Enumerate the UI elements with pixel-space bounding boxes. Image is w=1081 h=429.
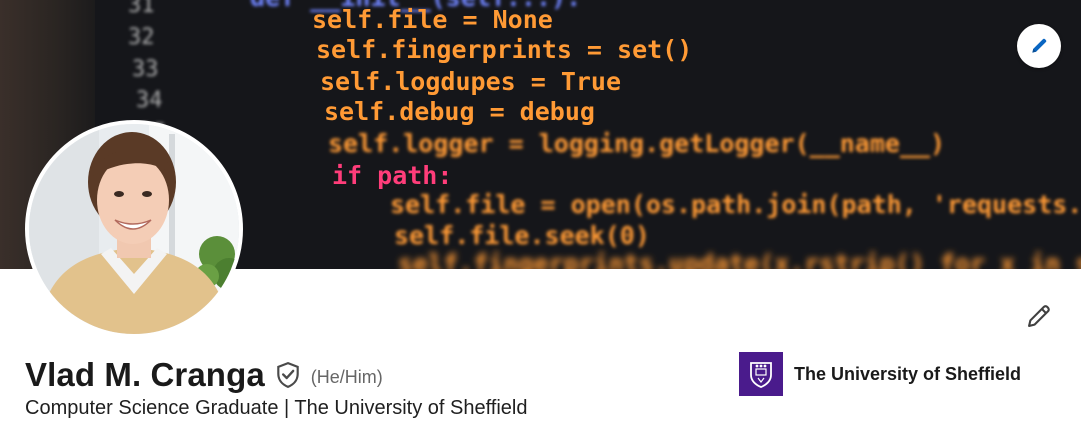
pencil-icon — [1028, 305, 1050, 327]
line-number: 32 — [128, 25, 155, 50]
university-logo — [739, 352, 783, 396]
profile-headline: Computer Science Graduate | The Universi… — [25, 397, 528, 419]
edit-intro-button[interactable] — [1019, 296, 1059, 336]
code-line: self.logger = logging.getLogger(__name__… — [328, 129, 945, 158]
profile-photo — [29, 124, 239, 334]
school-name: The University of Sheffield — [794, 363, 1022, 384]
pronouns: (He/Him) — [310, 366, 383, 387]
code-line: if path: — [332, 161, 452, 190]
name-row: Vlad M. Cranga (He/Him) — [25, 355, 383, 395]
line-number: 34 — [136, 88, 163, 113]
code-line: self.debug = debug — [324, 97, 595, 126]
profile-name: Vlad M. Cranga — [25, 356, 265, 393]
line-number: 31 — [128, 0, 155, 18]
pencil-icon — [1032, 38, 1047, 53]
code-line: self.file = open(os.path.join(path, 'req… — [390, 190, 1081, 219]
code-line: self.file.seek(0) — [394, 221, 650, 250]
avatar[interactable] — [25, 120, 243, 338]
code-line: self.fingerprints.update(x.rstrip() for … — [398, 249, 1081, 269]
crest-icon — [750, 362, 772, 388]
code-line: self.fingerprints = set() — [316, 35, 692, 64]
code-line: self.logdupes = True — [320, 67, 621, 96]
line-number: 33 — [132, 57, 159, 82]
code-line: self.file = None — [312, 5, 553, 34]
shield-check-icon[interactable] — [275, 361, 301, 389]
education-link[interactable]: The University of Sheffield — [739, 352, 1021, 396]
edit-cover-button[interactable] — [1017, 24, 1061, 68]
